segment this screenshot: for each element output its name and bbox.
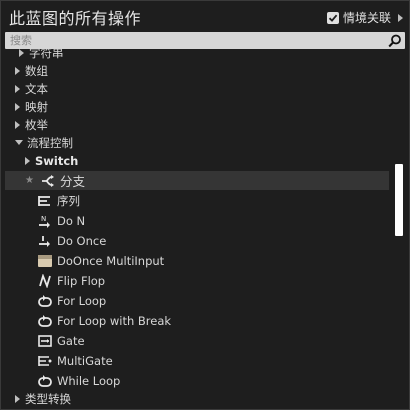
loop-icon	[37, 294, 53, 308]
action-item-branch[interactable]: ★ 分支	[5, 171, 389, 190]
category-row-text[interactable]: 文本	[15, 79, 396, 98]
do-once-icon	[37, 234, 53, 248]
action-item-multigate[interactable]: MultiGate	[37, 351, 396, 370]
multigate-icon	[37, 354, 53, 368]
search-icon[interactable]	[388, 34, 402, 48]
action-item-gate[interactable]: Gate	[37, 331, 396, 350]
panel-title: 此蓝图的所有操作	[9, 9, 142, 28]
branch-icon	[40, 174, 56, 188]
expand-arrow-icon	[15, 66, 20, 75]
action-item-do-once-multi-input[interactable]: DoOnce MultiInput	[37, 251, 396, 270]
expand-arrow-icon	[15, 102, 20, 111]
action-item-flip-flop[interactable]: Flip Flop	[37, 271, 396, 290]
action-item-do-n[interactable]: N Do N	[37, 211, 396, 230]
do-once-multi-icon	[37, 254, 53, 268]
context-sensitive-toggle[interactable]: 情境关联	[326, 9, 403, 26]
action-menu-panel: 此蓝图的所有操作 情境关联 字符串 数组 文本	[0, 0, 410, 410]
category-row-switch[interactable]: Switch	[25, 151, 396, 170]
category-row-enum[interactable]: 枚举	[15, 115, 396, 134]
expand-arrow-icon	[15, 394, 20, 403]
sequence-icon	[37, 194, 53, 208]
gate-icon	[37, 334, 53, 348]
context-label: 情境关联	[342, 11, 391, 25]
category-row-array[interactable]: 数组	[15, 61, 396, 80]
header: 此蓝图的所有操作 情境关联	[1, 1, 409, 32]
expand-arrow-icon	[19, 49, 24, 57]
category-row-type-conversion[interactable]: 类型转换	[15, 389, 396, 407]
flip-flop-icon	[37, 273, 53, 288]
action-item-for-loop[interactable]: For Loop	[37, 291, 396, 310]
loop-icon	[37, 314, 53, 328]
context-checkbox[interactable]	[326, 11, 339, 24]
action-list: 字符串 数组 文本 映射 枚举 流程控制 Switch ★ 分支 序列 N Do…	[1, 49, 396, 407]
context-expand-arrow-icon[interactable]	[398, 13, 403, 22]
do-n-icon: N	[37, 214, 53, 228]
expand-arrow-icon	[25, 156, 30, 165]
action-item-while-loop[interactable]: While Loop	[37, 371, 396, 390]
action-item-for-loop-with-break[interactable]: For Loop with Break	[37, 311, 396, 330]
action-item-sequence[interactable]: 序列	[37, 191, 396, 210]
checkmark-icon	[328, 14, 338, 22]
svg-text:N: N	[41, 215, 46, 223]
expand-arrow-icon	[15, 120, 20, 129]
loop-icon	[37, 374, 53, 388]
expand-arrow-icon	[15, 84, 20, 93]
action-item-do-once[interactable]: Do Once	[37, 231, 396, 250]
category-row-flow-control[interactable]: 流程控制	[15, 133, 396, 152]
favorite-star-icon[interactable]: ★	[25, 175, 34, 186]
search-bar	[5, 32, 405, 49]
search-input[interactable]	[5, 32, 390, 49]
category-row-map[interactable]: 映射	[15, 97, 396, 116]
collapse-arrow-icon	[15, 140, 23, 145]
scrollbar-thumb[interactable]	[395, 164, 403, 236]
